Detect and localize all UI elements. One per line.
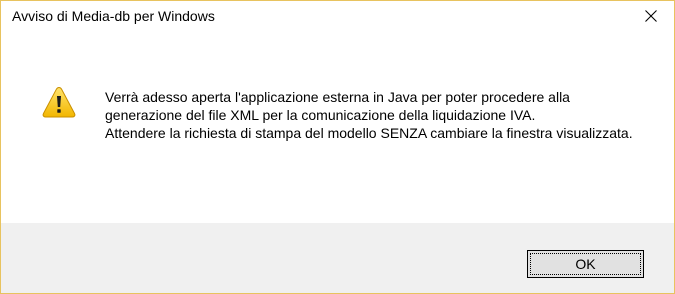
- ok-button-label: OK: [530, 253, 641, 275]
- close-button[interactable]: [628, 1, 674, 31]
- message-text: Verrà adesso aperta l'applicazione ester…: [105, 88, 650, 142]
- close-icon: [645, 10, 657, 22]
- message-paragraph-2: Attendere la richiesta di stampa del mod…: [105, 125, 633, 141]
- warning-icon: [42, 86, 76, 118]
- dialog-content: Verrà adesso aperta l'applicazione ester…: [1, 31, 674, 223]
- message-dialog: Avviso di Media-db per Windows Verrà ade…: [0, 0, 675, 294]
- message-paragraph-1: Verrà adesso aperta l'applicazione ester…: [105, 89, 570, 123]
- title-bar: Avviso di Media-db per Windows: [1, 1, 674, 31]
- ok-button[interactable]: OK: [527, 250, 644, 278]
- dialog-title: Avviso di Media-db per Windows: [12, 8, 215, 24]
- button-bar: OK: [1, 223, 674, 293]
